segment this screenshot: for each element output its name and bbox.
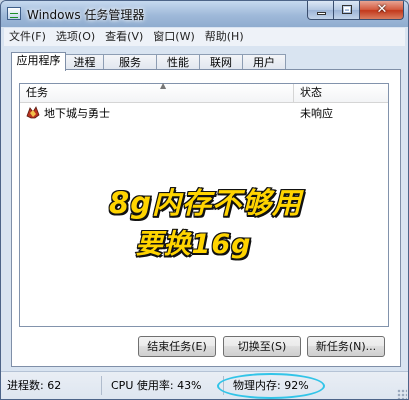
switch-to-button[interactable]: 切换至(S) xyxy=(223,336,301,357)
new-task-button[interactable]: 新任务(N)... xyxy=(307,336,385,357)
overlay-caption-line-2: 要换16g xyxy=(135,228,252,261)
minimize-button[interactable] xyxy=(307,1,334,20)
menu-file[interactable]: 文件(F) xyxy=(4,28,51,46)
menu-bar: 文件(F) 选项(O) 查看(V) 窗口(W) 帮助(H) xyxy=(4,28,405,46)
tab-strip: 应用程序 进程 服务 性能 联网 用户 xyxy=(11,52,286,71)
column-task-label: 任务 xyxy=(26,86,48,99)
title-bar[interactable]: Windows 任务管理器 ✕ xyxy=(1,1,408,27)
task-name: 地下城与勇士 xyxy=(44,107,110,120)
end-task-button[interactable]: 结束任务(E) xyxy=(138,336,216,357)
task-row[interactable]: 地下城与勇士 未响应 xyxy=(20,103,388,122)
game-icon xyxy=(26,106,40,119)
column-header-task[interactable]: ▲ 任务 xyxy=(20,81,294,102)
column-header-status[interactable]: 状态 xyxy=(294,84,388,102)
minimize-icon xyxy=(317,12,326,15)
overlay-caption-line-1: 8g内存不够用 xyxy=(108,185,302,221)
tab-applications[interactable]: 应用程序 xyxy=(11,52,66,71)
resize-grip[interactable] xyxy=(397,389,407,399)
menu-help[interactable]: 帮助(H) xyxy=(200,28,249,46)
status-separator xyxy=(101,376,102,395)
close-icon: ✕ xyxy=(376,2,388,17)
cpu-usage: CPU 使用率: 43% xyxy=(111,379,202,392)
menu-view[interactable]: 查看(V) xyxy=(100,28,148,46)
task-status: 未响应 xyxy=(300,107,333,120)
caption-buttons: ✕ xyxy=(307,1,404,20)
sort-ascending-icon: ▲ xyxy=(160,81,167,90)
menu-options[interactable]: 选项(O) xyxy=(51,28,100,46)
window-title: Windows 任务管理器 xyxy=(27,8,145,22)
menu-window[interactable]: 窗口(W) xyxy=(148,28,199,46)
process-count: 进程数: 62 xyxy=(7,379,62,392)
close-button[interactable]: ✕ xyxy=(360,1,404,20)
maximize-icon xyxy=(342,5,352,14)
maximize-button[interactable] xyxy=(334,1,360,20)
task-list-header: ▲ 任务 状态 xyxy=(20,81,388,103)
column-status-label: 状态 xyxy=(300,86,322,99)
task-manager-window: Windows 任务管理器 ✕ 文件(F) 选项(O) 查看(V) 窗口(W) … xyxy=(0,0,409,400)
memory-highlight-circle xyxy=(217,373,325,399)
status-bar: 进程数: 62 CPU 使用率: 43% 物理内存: 92% xyxy=(1,371,408,399)
task-manager-app-icon xyxy=(7,7,21,20)
